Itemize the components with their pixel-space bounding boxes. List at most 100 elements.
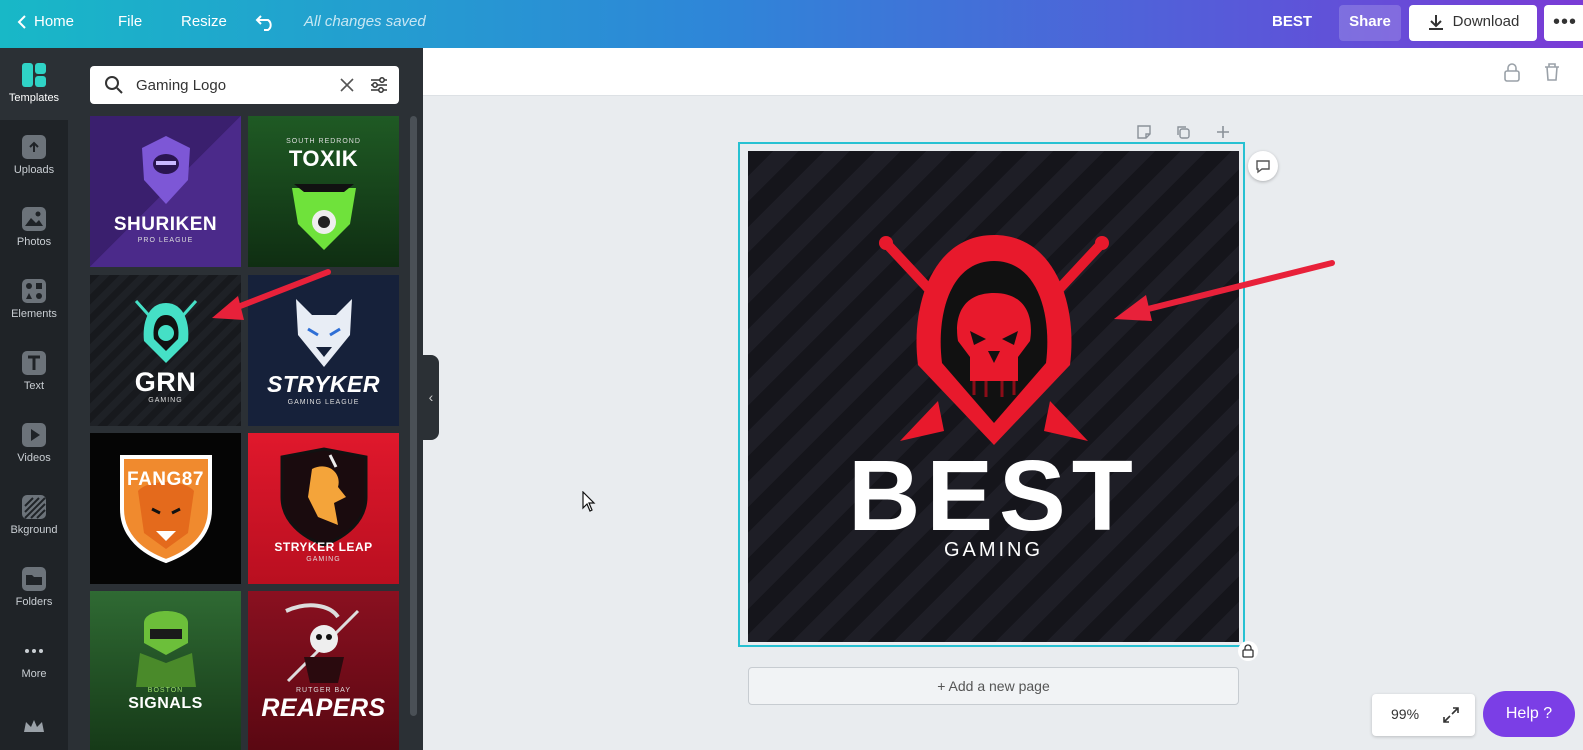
more-dots-icon: ••• <box>1552 11 1577 33</box>
logo-title-text[interactable]: BEST <box>748 446 1239 546</box>
chevron-left-icon <box>17 15 26 29</box>
gasmask-mascot-icon <box>292 184 356 250</box>
rail-videos[interactable]: Videos <box>0 408 68 480</box>
crown-icon[interactable] <box>22 718 46 736</box>
download-label: Download <box>1452 13 1520 30</box>
download-icon <box>1428 15 1443 31</box>
annotation-arrow <box>212 269 331 320</box>
top-bar: Home File Resize All changes saved BEST … <box>0 0 1583 48</box>
template-subtitle: PRO LEAGUE <box>137 237 194 244</box>
search-box <box>90 66 399 104</box>
template-thumbnail[interactable]: FANG87 <box>90 433 241 584</box>
undo-icon <box>255 15 272 32</box>
undo-button[interactable] <box>255 0 277 48</box>
canvas-lock-button[interactable] <box>1238 641 1258 661</box>
background-pattern-icon <box>22 495 46 519</box>
rail-label: More <box>21 668 47 680</box>
rail-label: Uploads <box>13 164 55 176</box>
clear-search-icon[interactable] <box>339 77 355 93</box>
collapse-panel-button[interactable]: ‹ <box>423 355 439 440</box>
template-title: TOXIK <box>288 146 359 171</box>
folder-icon <box>22 567 46 591</box>
note-icon[interactable] <box>1136 124 1152 140</box>
template-title: GRN <box>134 367 197 397</box>
file-menu[interactable]: File <box>118 0 142 48</box>
rail-label: Text <box>23 380 45 392</box>
template-title: SHURIKEN <box>113 214 218 235</box>
template-subtitle: GAMING <box>306 556 341 563</box>
rail-label: Templates <box>8 92 60 104</box>
share-button[interactable]: Share <box>1339 5 1401 41</box>
chevron-left-icon: ‹ <box>428 389 434 405</box>
template-title: STRYKER <box>267 371 380 397</box>
template-thumbnail[interactable]: RUTGER BAY REAPERS <box>248 591 399 750</box>
template-thumbnail[interactable]: SOUTH REDROND TOXIK <box>248 116 399 267</box>
photo-icon <box>22 207 46 231</box>
lock-icon <box>1242 644 1254 658</box>
template-thumbnail[interactable]: STRYKER LEAP GAMING <box>248 433 399 584</box>
elements-icon <box>22 279 46 303</box>
template-subtitle: GAMING LEAGUE <box>287 399 360 406</box>
templates-panel: SHURIKEN PRO LEAGUE SOUTH REDROND TOXIK … <box>68 48 423 750</box>
editor-toolbar <box>423 48 1583 96</box>
filter-sliders-icon[interactable] <box>369 75 389 95</box>
design-canvas[interactable]: BEST GAMING <box>748 151 1239 642</box>
trash-icon[interactable] <box>1543 62 1561 82</box>
cloud-upload-icon <box>22 135 46 159</box>
mouse-cursor-icon <box>582 491 596 512</box>
rail-more[interactable]: More <box>0 624 68 696</box>
annotation-arrow <box>1114 260 1335 321</box>
help-button[interactable]: Help ? <box>1483 691 1575 737</box>
lock-icon[interactable] <box>1503 62 1521 82</box>
rail-photos[interactable]: Photos <box>0 192 68 264</box>
rail-label: Videos <box>17 452 51 464</box>
more-options-button[interactable]: ••• <box>1544 5 1583 41</box>
rail-background[interactable]: Bkground <box>0 480 68 552</box>
add-new-page-button[interactable]: + Add a new page <box>748 667 1239 705</box>
template-subtitle: BOSTON <box>147 687 184 694</box>
panel-scrollbar[interactable] <box>410 116 417 716</box>
comment-icon <box>1256 160 1270 174</box>
logo-subtitle-text[interactable]: GAMING <box>748 539 1239 562</box>
rail-label: Bkground <box>10 524 58 536</box>
zoom-control: 99% <box>1372 694 1475 736</box>
rail-folders[interactable]: Folders <box>0 552 68 624</box>
rail-uploads[interactable]: Uploads <box>0 120 68 192</box>
search-icon <box>105 76 123 94</box>
side-rail: Templates Uploads Photos Elements Text V… <box>0 48 68 750</box>
zoom-level[interactable]: 99% <box>1391 706 1419 722</box>
hooded-skull-mascot-icon <box>134 299 198 363</box>
dragon-shield-icon <box>280 447 368 547</box>
soldier-mascot-icon <box>136 611 196 687</box>
rail-label: Photos <box>16 236 52 248</box>
rail-text[interactable]: Text <box>0 336 68 408</box>
text-icon <box>22 351 46 375</box>
rail-elements[interactable]: Elements <box>0 264 68 336</box>
template-subtitle: SOUTH REDROND <box>286 138 361 145</box>
template-subtitle: RUTGER BAY <box>296 687 351 694</box>
home-button[interactable]: Home <box>16 0 74 48</box>
reaper-mascot-icon <box>285 603 360 683</box>
rail-label: Elements <box>11 308 57 320</box>
download-button[interactable]: Download <box>1409 5 1537 41</box>
rail-label: Folders <box>15 596 53 608</box>
document-title[interactable]: BEST <box>1272 0 1312 48</box>
template-thumbnail[interactable]: SHURIKEN PRO LEAGUE <box>90 116 241 267</box>
add-comment-button[interactable] <box>1248 151 1278 181</box>
save-status: All changes saved <box>304 13 426 30</box>
add-page-icon[interactable] <box>1215 124 1231 140</box>
hooded-skull-logo[interactable] <box>878 231 1110 451</box>
rail-templates[interactable]: Templates <box>0 48 68 120</box>
templates-icon <box>22 63 46 87</box>
template-title: REAPERS <box>261 694 386 722</box>
template-title: STRYKER LEAP <box>274 540 373 554</box>
search-input[interactable] <box>134 73 333 97</box>
resize-menu[interactable]: Resize <box>181 0 227 48</box>
template-thumbnail[interactable]: BOSTON SIGNALS <box>90 591 241 750</box>
template-title: SIGNALS <box>128 695 203 712</box>
duplicate-page-icon[interactable] <box>1175 124 1191 140</box>
fullscreen-icon[interactable] <box>1442 706 1460 724</box>
template-subtitle: GAMING <box>148 397 183 404</box>
more-dots-icon <box>25 649 43 653</box>
home-label: Home <box>34 13 75 30</box>
